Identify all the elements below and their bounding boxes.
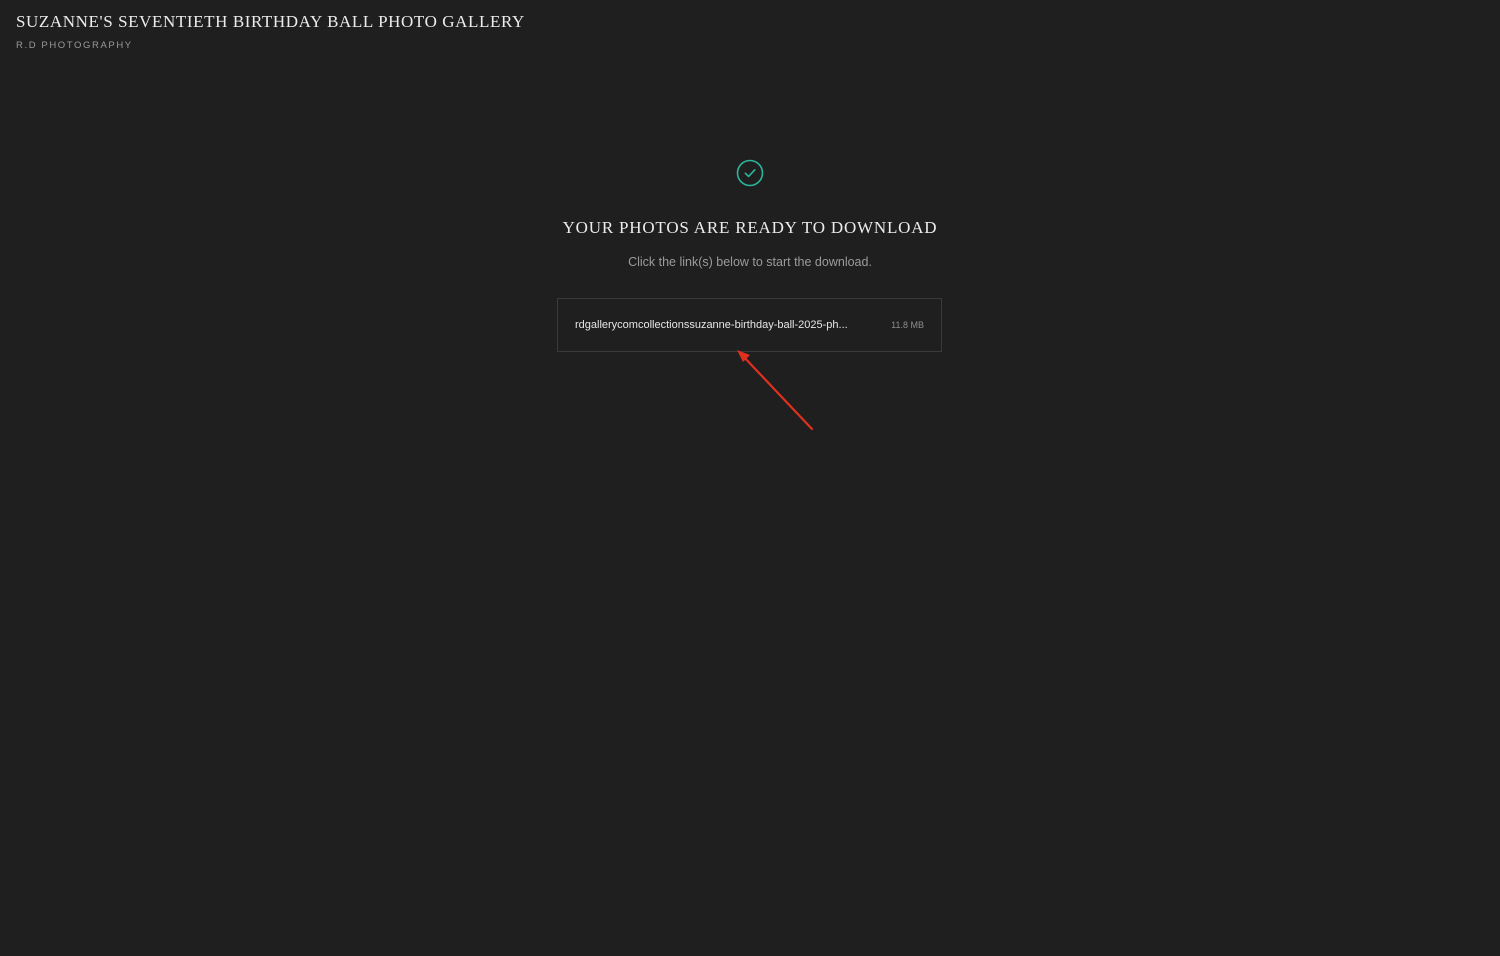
download-file-name: rdgallerycomcollectionssuzanne-birthday-…	[575, 319, 848, 331]
gallery-title: SUZANNE'S SEVENTIETH BIRTHDAY BALL PHOTO…	[16, 12, 525, 31]
download-instructions: Click the link(s) below to start the dow…	[628, 255, 872, 269]
check-circle-icon	[736, 159, 764, 187]
arrow-annotation-icon	[737, 350, 814, 431]
site-header: SUZANNE'S SEVENTIETH BIRTHDAY BALL PHOTO…	[16, 12, 525, 52]
ready-heading: YOUR PHOTOS ARE READY TO DOWNLOAD	[562, 218, 938, 237]
download-file-size: 11.8 MB	[891, 320, 924, 330]
studio-name: R.D PHOTOGRAPHY	[16, 40, 133, 51]
